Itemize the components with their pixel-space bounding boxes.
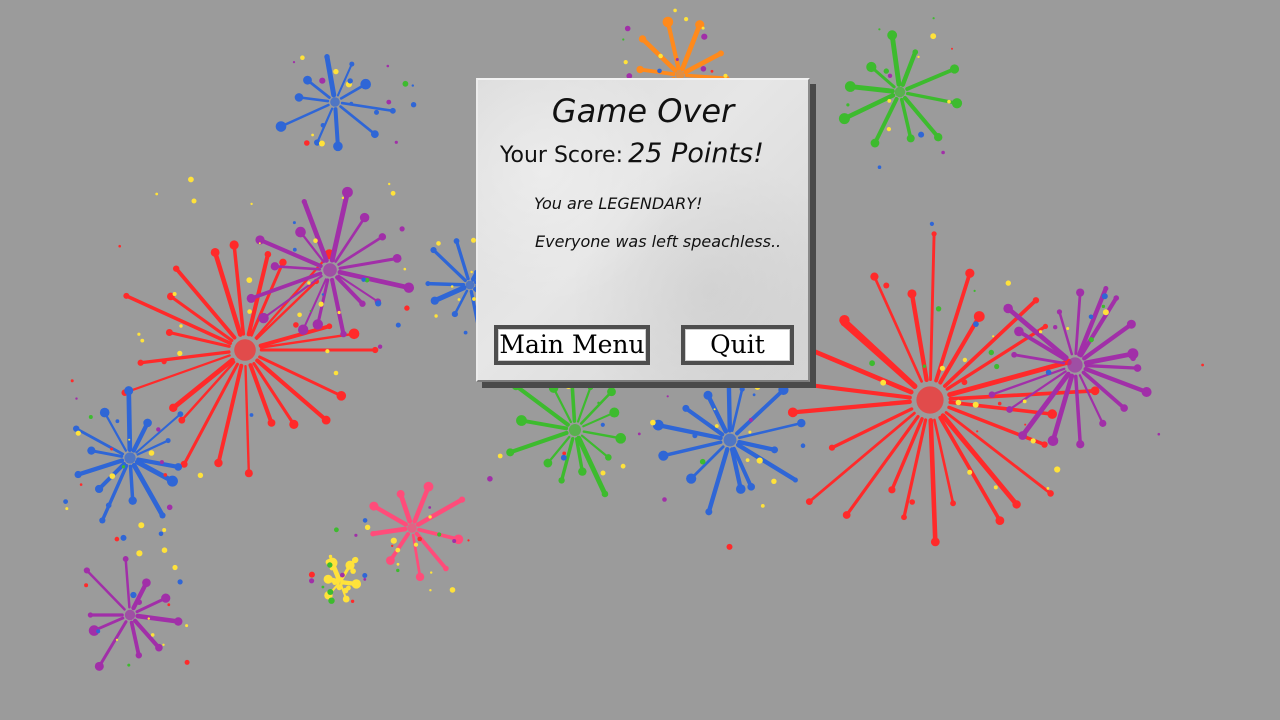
firework-blue-center [652,374,806,516]
firework-green-center [506,370,627,498]
dialog-title: Game Over [551,92,735,130]
firework-green-top [838,30,963,148]
firework-red-right [768,231,1100,547]
rank-text: You are LEGENDARY! [534,194,703,213]
rank-description: Everyone was left speachless.. [535,232,782,251]
firework-blue-top [275,54,396,152]
firework-blue-left [73,386,184,524]
quit-button[interactable]: Quit [681,325,794,365]
firework-pink-bottom [369,481,466,582]
game-over-dialog: Game Over Your Score: 25 Points! You are… [476,78,810,382]
score-label: Your Score: [500,143,623,168]
firework-purple-bottom [83,556,183,671]
score-value: 25 Points! [628,138,764,169]
firework-purple-left [246,186,415,338]
score-line: Your Score: 25 Points! [500,138,764,169]
main-menu-button[interactable]: Main Menu [494,325,650,365]
firework-purple-right [988,285,1152,449]
